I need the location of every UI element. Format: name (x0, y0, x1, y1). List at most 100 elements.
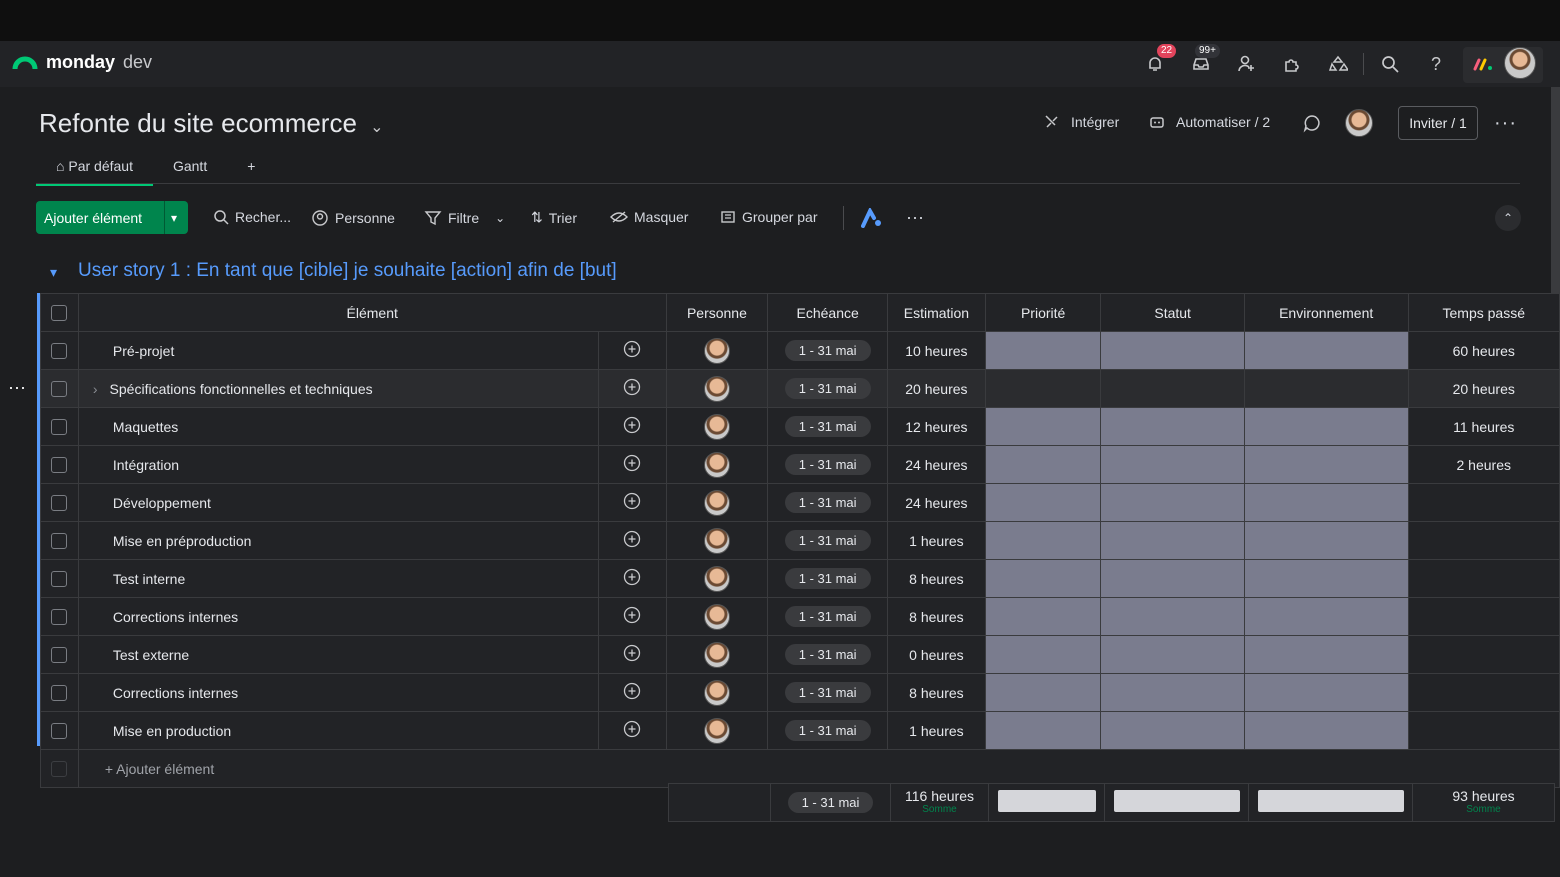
person-cell[interactable] (665, 673, 769, 712)
due-date-cell[interactable]: 1 - 31 mai (767, 445, 888, 484)
estimation-cell[interactable]: 24 heures (887, 445, 986, 484)
person-filter-button[interactable]: Personne (311, 209, 395, 227)
add-update-button[interactable] (597, 331, 667, 370)
more-options-icon[interactable]: ··· (1494, 112, 1517, 135)
column-header-environment[interactable]: Environnement (1243, 293, 1409, 332)
row-checkbox[interactable] (40, 407, 79, 446)
integrate-button[interactable]: Intégrer (1043, 113, 1119, 131)
priority-cell[interactable] (984, 445, 1102, 484)
time-spent-cell[interactable] (1407, 483, 1560, 522)
due-date-cell[interactable]: 1 - 31 mai (767, 331, 888, 370)
select-all-checkbox[interactable] (40, 293, 79, 332)
priority-cell[interactable] (984, 369, 1102, 408)
environment-cell[interactable] (1243, 673, 1409, 712)
item-name[interactable]: Développement (77, 483, 599, 522)
collapse-header-button[interactable]: ⌃ (1495, 205, 1521, 231)
status-cell[interactable] (1100, 483, 1245, 522)
add-update-button[interactable] (597, 597, 667, 636)
due-date-cell[interactable]: 1 - 31 mai (767, 369, 888, 408)
table-row[interactable]: Développement 1 - 31 mai 24 heures (40, 483, 1560, 522)
table-row[interactable]: Mise en production 1 - 31 mai 1 heures (40, 711, 1560, 750)
person-cell[interactable] (665, 559, 769, 598)
group-collapse-chevron-icon[interactable]: ▾ (50, 264, 57, 281)
item-name[interactable]: Mise en production (77, 711, 599, 750)
column-header-person[interactable]: Personne (665, 293, 769, 332)
group-title[interactable]: User story 1 : En tant que [cible] je so… (78, 260, 617, 282)
row-checkbox[interactable] (40, 521, 79, 560)
priority-cell[interactable] (984, 407, 1102, 446)
environment-cell[interactable] (1243, 331, 1409, 370)
time-spent-cell[interactable] (1407, 635, 1560, 674)
environment-cell[interactable] (1243, 597, 1409, 636)
priority-cell[interactable] (984, 559, 1102, 598)
status-cell[interactable] (1100, 597, 1245, 636)
add-item-button[interactable]: Ajouter élément ▾ (36, 201, 188, 234)
environment-cell[interactable] (1243, 483, 1409, 522)
row-checkbox[interactable] (40, 445, 79, 484)
assignee-avatar[interactable] (703, 413, 730, 440)
row-checkbox[interactable] (40, 673, 79, 712)
table-row[interactable]: Test interne 1 - 31 mai 8 heures (40, 559, 1560, 598)
environment-cell[interactable] (1243, 635, 1409, 674)
automate-button[interactable]: Automatiser / 2 (1148, 113, 1270, 131)
table-row[interactable]: Corrections internes 1 - 31 mai 8 heures (40, 597, 1560, 636)
monday-apps-icon[interactable] (1470, 52, 1496, 76)
estimation-cell[interactable]: 8 heures (887, 597, 986, 636)
assignee-avatar[interactable] (703, 489, 730, 516)
status-cell[interactable] (1100, 369, 1245, 408)
environment-cell[interactable] (1243, 369, 1409, 408)
row-checkbox[interactable] (40, 559, 79, 598)
ai-assistant-icon[interactable] (861, 206, 883, 233)
item-name[interactable]: Corrections internes (77, 673, 599, 712)
assignee-avatar[interactable] (703, 375, 730, 402)
priority-cell[interactable] (984, 483, 1102, 522)
chevron-down-icon[interactable]: ⌄ (495, 211, 505, 225)
priority-cell[interactable] (984, 521, 1102, 560)
assignee-avatar[interactable] (703, 603, 730, 630)
table-row[interactable]: Maquettes 1 - 31 mai 12 heures 11 heures (40, 407, 1560, 446)
person-cell[interactable] (665, 445, 769, 484)
table-row[interactable]: › Spécifications fonctionnelles et techni… (40, 369, 1560, 408)
search-icon[interactable] (1377, 52, 1403, 76)
estimation-cell[interactable]: 8 heures (887, 673, 986, 712)
help-icon[interactable]: ? (1423, 52, 1449, 76)
estimation-cell[interactable]: 24 heures (887, 483, 986, 522)
time-spent-cell[interactable]: 11 heures (1407, 407, 1560, 446)
estimation-cell[interactable]: 20 heures (887, 369, 986, 408)
apps-puzzle-icon[interactable] (1279, 52, 1305, 76)
person-cell[interactable] (665, 331, 769, 370)
chevron-down-icon[interactable]: ▾ (164, 201, 177, 234)
time-spent-cell[interactable]: 20 heures (1407, 369, 1560, 408)
time-spent-cell[interactable] (1407, 559, 1560, 598)
row-checkbox[interactable] (40, 331, 79, 370)
environment-cell[interactable] (1243, 521, 1409, 560)
status-cell[interactable] (1100, 331, 1245, 370)
board-title[interactable]: Refonte du site ecommerce ⌄ (39, 108, 384, 139)
add-update-button[interactable] (597, 559, 667, 598)
item-name[interactable]: Test interne (77, 559, 599, 598)
item-name[interactable]: Test externe (77, 635, 599, 674)
person-cell[interactable] (665, 407, 769, 446)
estimation-cell[interactable]: 12 heures (887, 407, 986, 446)
estimation-cell[interactable]: 1 heures (887, 711, 986, 750)
column-header-estimation[interactable]: Estimation (887, 293, 986, 332)
row-checkbox[interactable] (40, 597, 79, 636)
assignee-avatar[interactable] (703, 679, 730, 706)
time-spent-cell[interactable] (1407, 597, 1560, 636)
item-name[interactable]: › Spécifications fonctionnelles et techni… (77, 369, 599, 408)
estimation-cell[interactable]: 10 heures (887, 331, 986, 370)
row-checkbox[interactable] (40, 483, 79, 522)
sort-button[interactable]: ⇅ Trier (531, 209, 577, 226)
time-spent-cell[interactable] (1407, 521, 1560, 560)
person-cell[interactable] (665, 597, 769, 636)
estimation-cell[interactable]: 1 heures (887, 521, 986, 560)
row-checkbox[interactable] (40, 369, 79, 408)
tab-gantt[interactable]: Gantt (153, 154, 227, 186)
group-by-button[interactable]: Grouper par (720, 209, 817, 225)
assignee-avatar[interactable] (703, 527, 730, 554)
time-spent-cell[interactable]: 2 heures (1407, 445, 1560, 484)
priority-cell[interactable] (984, 673, 1102, 712)
time-spent-cell[interactable]: 60 heures (1407, 331, 1560, 370)
board-members-avatar[interactable] (1345, 109, 1373, 137)
person-cell[interactable] (665, 711, 769, 750)
